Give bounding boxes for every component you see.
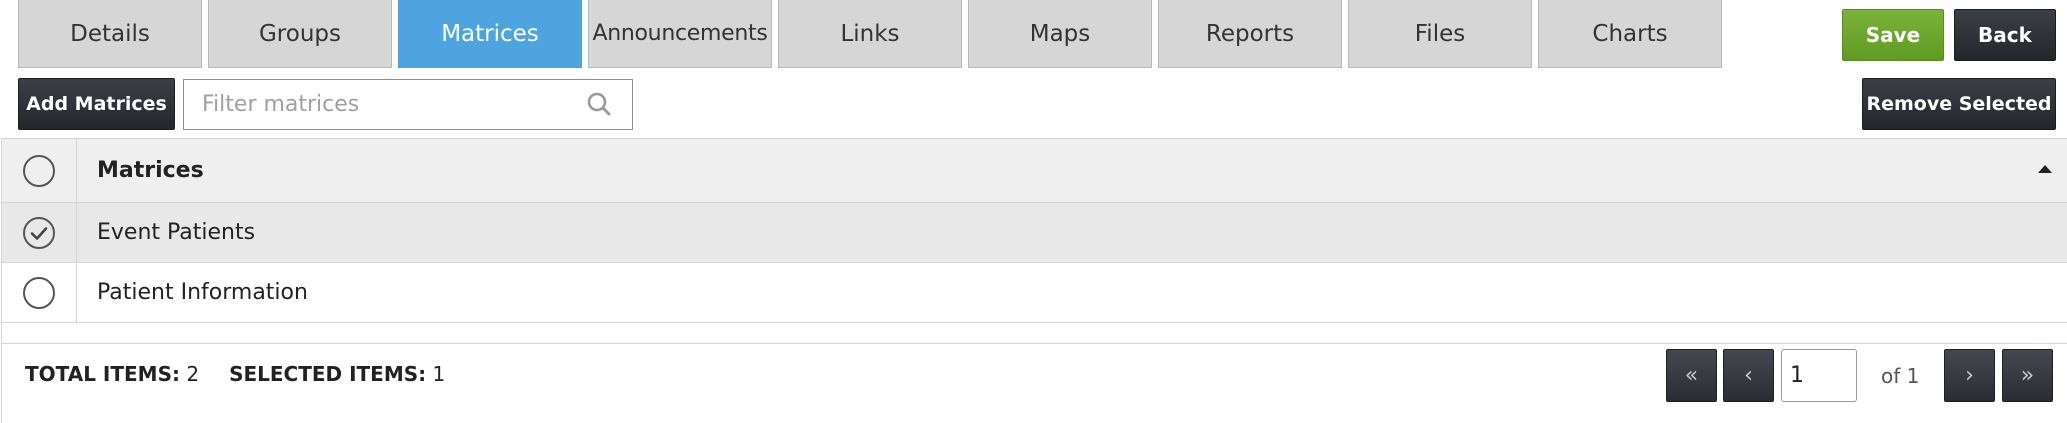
row-name: Patient Information (97, 280, 308, 305)
sort-ascending-icon[interactable] (2038, 165, 2052, 173)
tab-charts[interactable]: Charts (1538, 0, 1722, 68)
total-items-value: 2 (186, 362, 200, 386)
selected-items: SELECTED ITEMS: 1 (229, 362, 445, 386)
tab-groups[interactable]: Groups (208, 0, 392, 68)
column-header-matrices[interactable]: Matrices (77, 139, 204, 202)
row-checkbox[interactable] (2, 263, 77, 322)
previous-page-button[interactable]: ‹ (1723, 349, 1774, 402)
grid-footer-summary: TOTAL ITEMS: 2 SELECTED ITEMS: 1 (25, 362, 445, 386)
total-items-label: TOTAL ITEMS: (25, 362, 180, 386)
checked-circle-icon (23, 216, 55, 249)
row-checkbox[interactable] (2, 203, 77, 262)
chevron-right-icon: › (1965, 363, 1974, 388)
unchecked-circle-icon (23, 276, 55, 309)
page-count-label: of 1 (1881, 364, 1920, 388)
selected-items-value: 1 (432, 362, 446, 386)
total-items: TOTAL ITEMS: 2 (25, 362, 199, 386)
tab-files[interactable]: Files (1348, 0, 1532, 68)
save-button[interactable]: Save (1842, 9, 1944, 61)
unchecked-circle-icon (23, 154, 55, 187)
double-chevron-right-icon: » (2020, 363, 2035, 388)
tab-maps[interactable]: Maps (968, 0, 1152, 68)
next-page-button[interactable]: › (1944, 349, 1995, 402)
tab-announcements[interactable]: Announcements (588, 0, 772, 68)
table-row[interactable]: Patient Information (2, 263, 2067, 323)
tab-details[interactable]: Details (18, 0, 202, 68)
remove-selected-button[interactable]: Remove Selected (1862, 78, 2056, 130)
selected-items-label: SELECTED ITEMS: (229, 362, 427, 386)
search-input[interactable] (184, 79, 580, 130)
double-chevron-left-icon: « (1684, 363, 1699, 388)
first-page-button[interactable]: « (1666, 349, 1717, 402)
tab-links[interactable]: Links (778, 0, 962, 68)
select-all-checkbox[interactable] (2, 139, 77, 202)
footer-divider (2, 343, 2067, 344)
search-box (183, 79, 633, 130)
tab-reports[interactable]: Reports (1158, 0, 1342, 68)
page-number-input[interactable] (1781, 349, 1857, 402)
chevron-left-icon: ‹ (1744, 363, 1753, 388)
table-row[interactable]: Event Patients (2, 203, 2067, 263)
add-matrices-button[interactable]: Add Matrices (18, 78, 175, 130)
grid-header-row: Matrices (2, 139, 2067, 203)
search-icon[interactable] (580, 85, 620, 125)
tab-matrices[interactable]: Matrices (398, 0, 582, 68)
back-button[interactable]: Back (1954, 9, 2056, 61)
row-name: Event Patients (97, 220, 256, 245)
last-page-button[interactable]: » (2002, 349, 2053, 402)
tab-bar: Details Groups Matrices Announcements Li… (18, 0, 1728, 68)
